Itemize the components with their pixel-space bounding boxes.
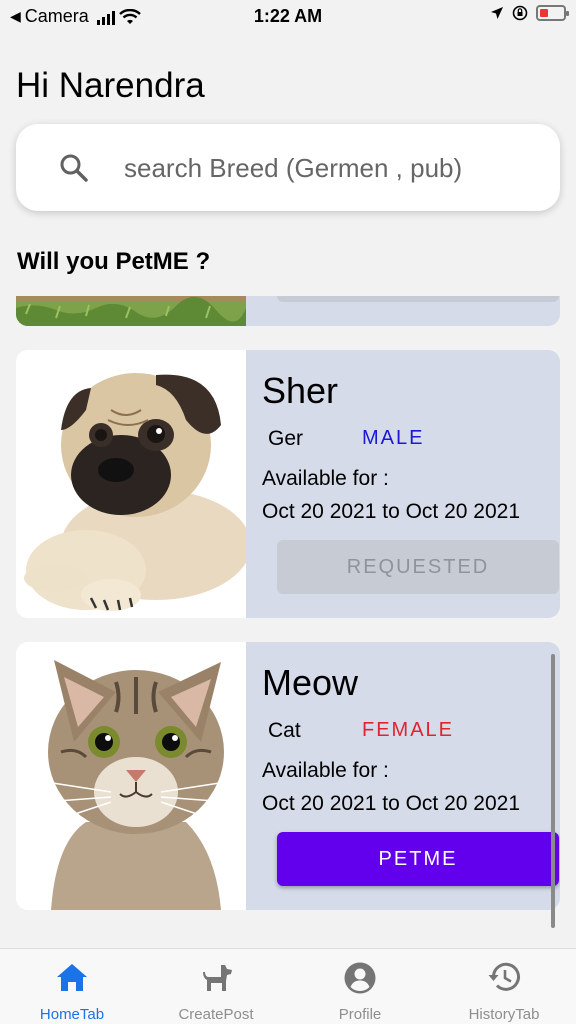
tab-profile-label: Profile (338, 1006, 382, 1023)
history-icon (488, 962, 520, 991)
petme-button[interactable]: PETME (277, 832, 559, 886)
tab-home[interactable]: HomeTab (0, 949, 144, 1024)
tab-profile[interactable]: Profile (288, 949, 432, 1024)
scrollbar[interactable] (551, 654, 555, 928)
availability-dates: Oct 20 2021 to Oct 20 2021 (262, 792, 521, 815)
pet-breed: Cat (268, 719, 301, 742)
pet-list[interactable]: Sher Ger MALE Available for : Oct 20 202… (0, 296, 576, 936)
pet-image-partial (16, 296, 246, 326)
partial-action-button (277, 296, 559, 302)
tab-create-post-label: CreatePost (178, 1006, 254, 1023)
tab-history-label: HistoryTab (468, 1006, 540, 1023)
orientation-lock-icon (512, 5, 528, 21)
tab-create-post[interactable]: CreatePost (144, 949, 288, 1024)
requested-button[interactable]: REQUESTED (277, 540, 559, 594)
battery-icon (536, 5, 569, 21)
bottom-tab-bar: HomeTab CreatePost Profile HistoryTab (0, 948, 576, 1024)
pet-card[interactable]: Sher Ger MALE Available for : Oct 20 202… (16, 350, 560, 618)
status-bar: ◀ Camera 1:22 AM (0, 0, 576, 34)
tab-history[interactable]: HistoryTab (432, 949, 576, 1024)
pet-info: Meow Cat FEMALE Available for : Oct 20 2… (262, 642, 560, 910)
pet-card[interactable]: Meow Cat FEMALE Available for : Oct 20 2… (16, 642, 560, 910)
availability-dates: Oct 20 2021 to Oct 20 2021 (262, 500, 521, 523)
pet-card-partial (16, 296, 560, 326)
pet-gender: MALE (362, 427, 425, 449)
pet-gender: FEMALE (362, 719, 455, 741)
search-icon (60, 154, 88, 182)
pet-image-cat (16, 642, 246, 910)
dog-icon (203, 965, 232, 991)
section-title: Will you PetME ? (17, 248, 211, 275)
search-bar[interactable] (16, 124, 560, 211)
pet-name: Sher (262, 370, 339, 411)
pet-info: Sher Ger MALE Available for : Oct 20 202… (262, 350, 560, 618)
location-arrow-icon (491, 7, 503, 19)
pet-name: Meow (262, 662, 359, 703)
tab-home-label: HomeTab (39, 1006, 105, 1023)
home-icon (57, 964, 87, 991)
greeting-title: Hi Narendra (16, 66, 205, 105)
account-circle-icon (344, 962, 376, 994)
availability-label: Available for : (262, 759, 389, 782)
search-input[interactable] (124, 148, 544, 188)
availability-label: Available for : (262, 467, 389, 490)
pet-breed: Ger (268, 427, 304, 450)
pet-image-pug (16, 350, 246, 618)
